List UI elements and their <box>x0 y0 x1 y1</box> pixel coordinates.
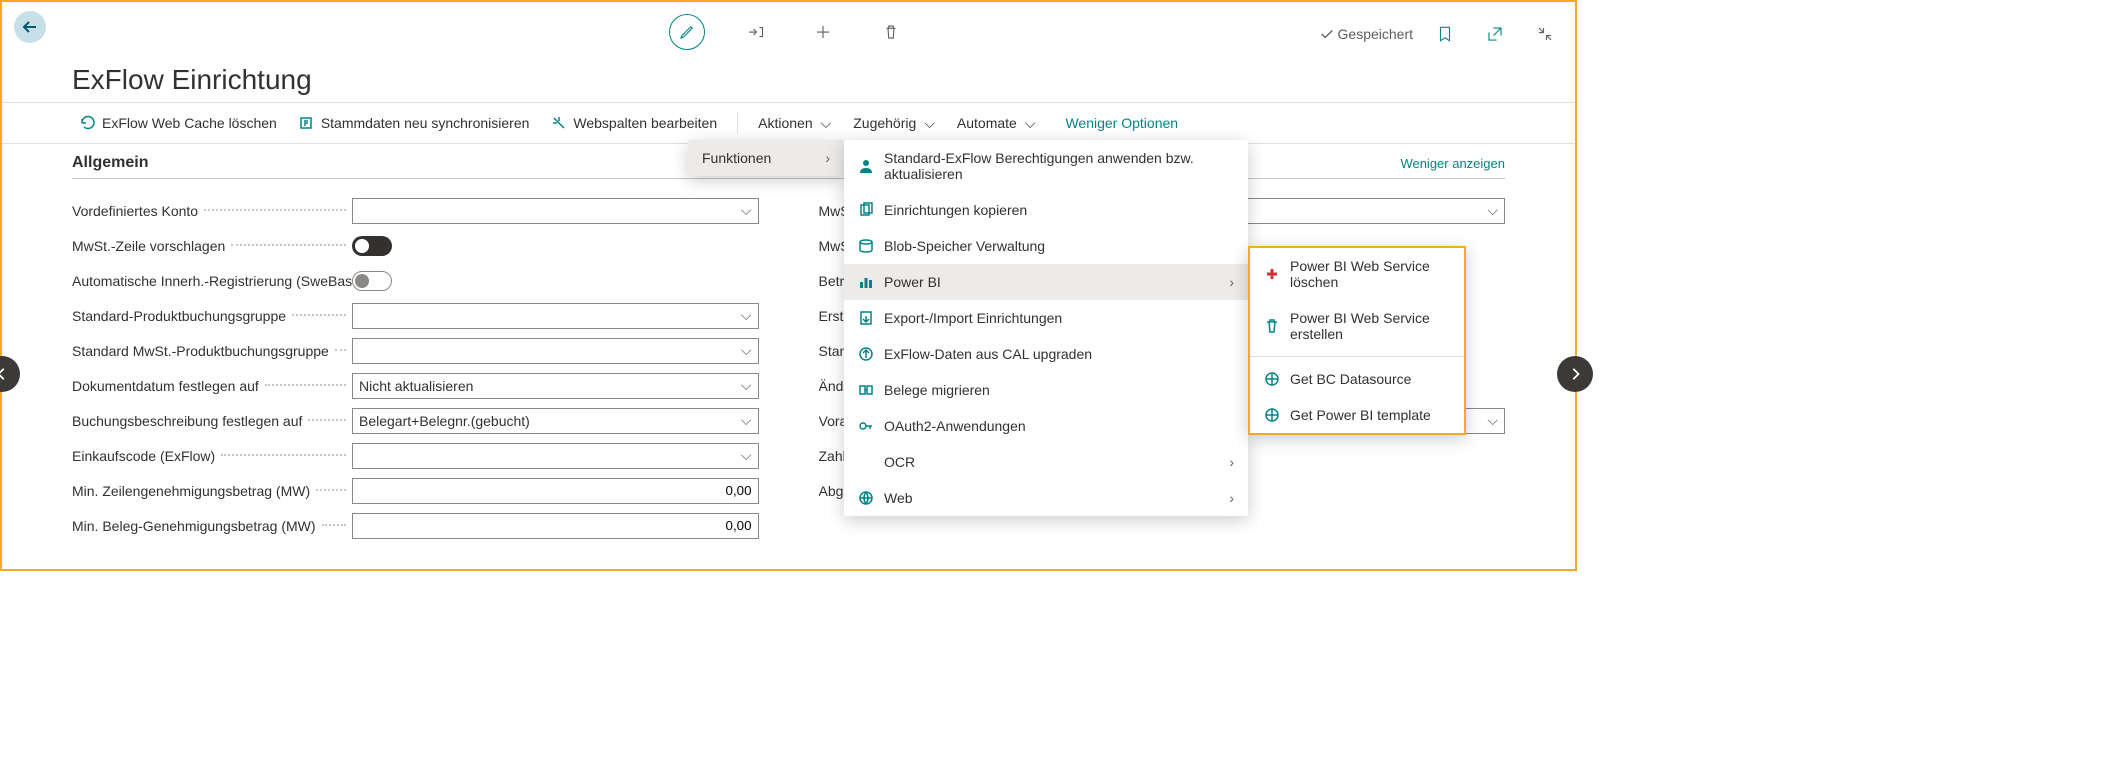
menu-standard-perm[interactable]: Standard-ExFlow Berechtigungen anwenden … <box>844 140 1248 192</box>
page-title: ExFlow Einrichtung <box>2 52 1575 102</box>
action-label: ExFlow Web Cache löschen <box>102 115 277 131</box>
label-suggest-vat: MwSt.-Zeile vorschlagen <box>72 238 352 254</box>
label-predef-account: Vordefiniertes Konto <box>72 203 352 219</box>
share-icon[interactable] <box>737 14 773 50</box>
min-doc-input[interactable] <box>352 513 759 539</box>
upgrade-icon <box>858 346 874 362</box>
chevron-down-icon: ⌵ <box>924 115 935 132</box>
resync-action[interactable]: Stammdaten neu synchronisieren <box>291 109 538 137</box>
storage-icon <box>858 238 874 254</box>
chevron-down-icon: ⌵ <box>741 342 752 359</box>
menu-oauth[interactable]: OAuth2-Anwendungen <box>844 408 1248 444</box>
menu-copy-setup[interactable]: Einrichtungen kopieren <box>844 192 1248 228</box>
edit-icon[interactable] <box>669 14 705 50</box>
saved-indicator: Gespeichert <box>1320 26 1413 42</box>
action-label: Stammdaten neu synchronisieren <box>321 115 530 131</box>
label-auto-innerh: Automatische Innerh.-Registrierung (SweB… <box>72 273 352 289</box>
refresh-icon <box>80 115 96 131</box>
key-icon <box>858 418 874 434</box>
chevron-right-icon: › <box>1229 274 1234 290</box>
globe-icon <box>1264 371 1280 387</box>
popout-icon[interactable] <box>1477 16 1513 52</box>
chart-icon <box>858 274 874 290</box>
action-label: Weniger Optionen <box>1065 115 1178 131</box>
chevron-down-icon: ⌵ <box>741 202 752 219</box>
globe-icon <box>1264 407 1280 423</box>
menu-migrate[interactable]: Belege migrieren <box>844 372 1248 408</box>
action-label: Webspalten bearbeiten <box>573 115 717 131</box>
menu-cal-upgrade[interactable]: ExFlow-Daten aus CAL upgraden <box>844 336 1248 372</box>
actions-submenu: Funktionen › <box>688 140 844 176</box>
chevron-right-icon: › <box>825 150 830 166</box>
funktionen-submenu: Standard-ExFlow Berechtigungen anwenden … <box>844 140 1248 516</box>
show-less-link[interactable]: Weniger anzeigen <box>1400 156 1505 171</box>
label-std-vat-prod: Standard MwSt.-Produktbuchungsgruppe <box>72 343 352 359</box>
clear-cache-action[interactable]: ExFlow Web Cache löschen <box>72 109 285 137</box>
user-icon <box>858 158 874 174</box>
menu-get-template[interactable]: Get Power BI template <box>1250 397 1464 433</box>
trash-icon <box>1264 318 1280 334</box>
predef-account-dropdown[interactable]: ⌵ <box>352 198 759 224</box>
edit-cols-action[interactable]: Webspalten bearbeiten <box>543 109 725 137</box>
menu-web[interactable]: Web › <box>844 480 1248 516</box>
purchase-code-dropdown[interactable]: ⌵ <box>352 443 759 469</box>
menu-blob[interactable]: Blob-Speicher Verwaltung <box>844 228 1248 264</box>
action-label: Zugehörig <box>853 115 916 131</box>
chevron-down-icon: ⌵ <box>741 377 752 394</box>
label-min-doc: Min. Beleg-Genehmigungsbetrag (MW) <box>72 518 352 534</box>
delete-icon[interactable] <box>873 14 909 50</box>
chevron-right-icon: › <box>1229 454 1234 470</box>
automate-menu-trigger[interactable]: Automate ⌵ <box>949 109 1044 138</box>
chevron-down-icon: ⌵ <box>1487 202 1498 219</box>
powerbi-submenu: Power BI Web Service löschen Power BI We… <box>1248 246 1466 435</box>
chevron-down-icon: ⌵ <box>741 307 752 324</box>
doc-date-dropdown[interactable]: Nicht aktualisieren⌵ <box>352 373 759 399</box>
chevron-down-icon: ⌵ <box>741 412 752 429</box>
menu-export-import[interactable]: Export-/Import Einrichtungen <box>844 300 1248 336</box>
suggest-vat-toggle[interactable] <box>352 236 392 256</box>
fewer-options[interactable]: Weniger Optionen <box>1057 109 1186 137</box>
chevron-down-icon: ⌵ <box>1025 115 1036 132</box>
std-vat-prod-dropdown[interactable]: ⌵ <box>352 338 759 364</box>
new-icon[interactable] <box>805 14 841 50</box>
label-min-line: Min. Zeilengenehmigungsbetrag (MW) <box>72 483 352 499</box>
menu-get-bc[interactable]: Get BC Datasource <box>1250 361 1464 397</box>
label-purchase-code: Einkaufscode (ExFlow) <box>72 448 352 464</box>
divider <box>737 112 738 134</box>
section-title: Allgemein <box>72 154 148 172</box>
chevron-down-icon: ⌵ <box>741 447 752 464</box>
edit-cols-icon <box>551 115 567 131</box>
copy-icon <box>858 202 874 218</box>
menu-create-ws[interactable]: Power BI Web Service erstellen <box>1250 300 1464 352</box>
label-std-prod: Standard-Produktbuchungsgruppe <box>72 308 352 324</box>
collapse-icon[interactable] <box>1527 16 1563 52</box>
back-button[interactable] <box>14 11 46 43</box>
label-posting-desc: Buchungsbeschreibung festlegen auf <box>72 413 352 429</box>
export-icon <box>858 310 874 326</box>
auto-innerh-toggle[interactable] <box>352 271 392 291</box>
menu-ocr[interactable]: OCR › <box>844 444 1248 480</box>
chevron-down-icon: ⌵ <box>821 115 832 132</box>
sync-icon <box>299 115 315 131</box>
min-line-input[interactable] <box>352 478 759 504</box>
posting-desc-dropdown[interactable]: Belegart+Belegnr.(gebucht)⌵ <box>352 408 759 434</box>
web-icon <box>858 490 874 506</box>
chevron-right-icon: › <box>1229 490 1234 506</box>
chevron-down-icon: ⌵ <box>1487 412 1498 429</box>
menu-delete-ws[interactable]: Power BI Web Service löschen <box>1250 248 1464 300</box>
plus-icon <box>1264 266 1280 282</box>
std-prod-dropdown[interactable]: ⌵ <box>352 303 759 329</box>
migrate-icon <box>858 382 874 398</box>
menu-separator <box>1250 356 1464 357</box>
saved-label: Gespeichert <box>1338 26 1413 42</box>
menu-funktionen[interactable]: Funktionen › <box>688 140 844 176</box>
action-label: Automate <box>957 115 1017 131</box>
actions-menu-trigger[interactable]: Aktionen ⌵ <box>750 109 839 138</box>
bookmark-icon[interactable] <box>1427 16 1463 52</box>
menu-powerbi[interactable]: Power BI › <box>844 264 1248 300</box>
label-doc-date: Dokumentdatum festlegen auf <box>72 378 352 394</box>
related-menu-trigger[interactable]: Zugehörig ⌵ <box>845 109 943 138</box>
action-label: Aktionen <box>758 115 812 131</box>
